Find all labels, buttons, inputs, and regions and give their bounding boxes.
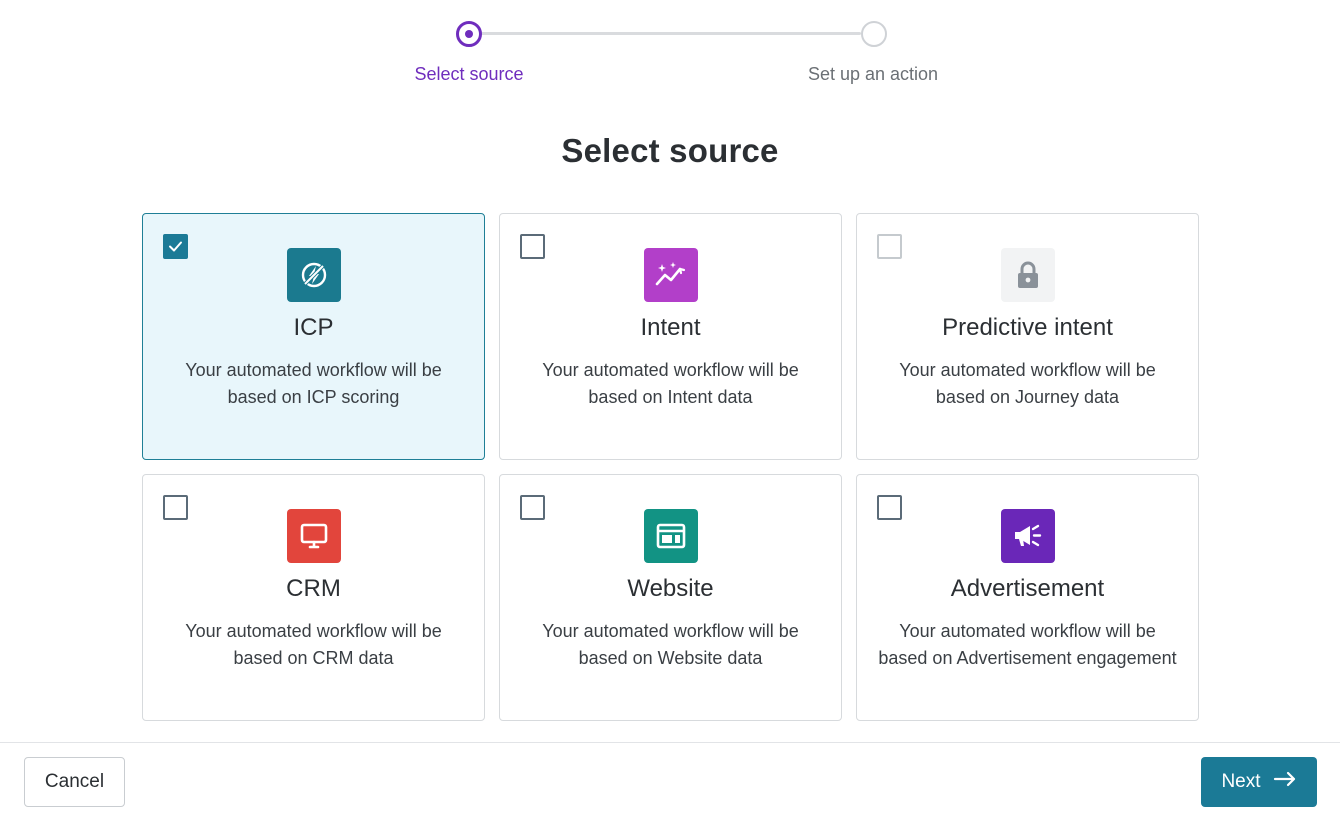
source-checkbox-website[interactable] [520, 495, 545, 520]
footer-divider [0, 742, 1340, 743]
source-card-icp[interactable]: ICP Your automated workflow will be base… [142, 213, 485, 460]
page-title: Select source [561, 132, 779, 169]
source-checkbox-predictive-intent[interactable] [877, 234, 902, 259]
source-checkbox-advertisement[interactable] [877, 495, 902, 520]
stepper-connector [481, 32, 861, 35]
source-card-predictive-intent[interactable]: Predictive intent Your automated workflo… [856, 213, 1199, 460]
browser-window-icon [644, 509, 698, 563]
cancel-button[interactable]: Cancel [24, 757, 125, 807]
source-description: Your automated workflow will be based on… [542, 360, 799, 407]
source-description: Your automated workflow will be based on… [878, 621, 1177, 668]
step-1-label: Select source [414, 64, 524, 84]
source-name: CRM [286, 575, 341, 602]
source-description: Your automated workflow will be based on… [542, 621, 799, 668]
source-description: Your automated workflow will be based on… [899, 360, 1156, 407]
next-button[interactable]: Next [1201, 757, 1317, 807]
step-1-indicator [456, 21, 482, 47]
source-name: Advertisement [950, 575, 1105, 602]
source-card-intent[interactable]: Intent Your automated workflow will be b… [499, 213, 842, 460]
source-description: Your automated workflow will be based on… [185, 360, 442, 407]
source-name: Website [627, 575, 714, 602]
source-name: Predictive intent [942, 314, 1113, 341]
next-button-label: Next [1221, 771, 1261, 792]
source-name: ICP [293, 314, 334, 341]
step-2-label: Set up an action [807, 64, 939, 84]
source-card-website[interactable]: Website Your automated workflow will be … [499, 474, 842, 721]
lightning-bolt-icon [287, 248, 341, 302]
source-description: Your automated workflow will be based on… [185, 621, 442, 668]
arrow-right-icon [1273, 771, 1297, 793]
source-checkbox-intent[interactable] [520, 234, 545, 259]
step-2-indicator [861, 21, 887, 47]
monitor-icon [287, 509, 341, 563]
source-card-crm[interactable]: CRM Your automated workflow will be base… [142, 474, 485, 721]
source-checkbox-crm[interactable] [163, 495, 188, 520]
sparkle-trend-icon [644, 248, 698, 302]
megaphone-icon [1001, 509, 1055, 563]
stepper: Select source Set up an action [0, 0, 1340, 100]
source-card-advertisement[interactable]: Advertisement Your automated workflow wi… [856, 474, 1199, 721]
source-name: Intent [640, 314, 701, 341]
source-checkbox-icp[interactable] [163, 234, 188, 259]
lock-icon [1001, 248, 1055, 302]
